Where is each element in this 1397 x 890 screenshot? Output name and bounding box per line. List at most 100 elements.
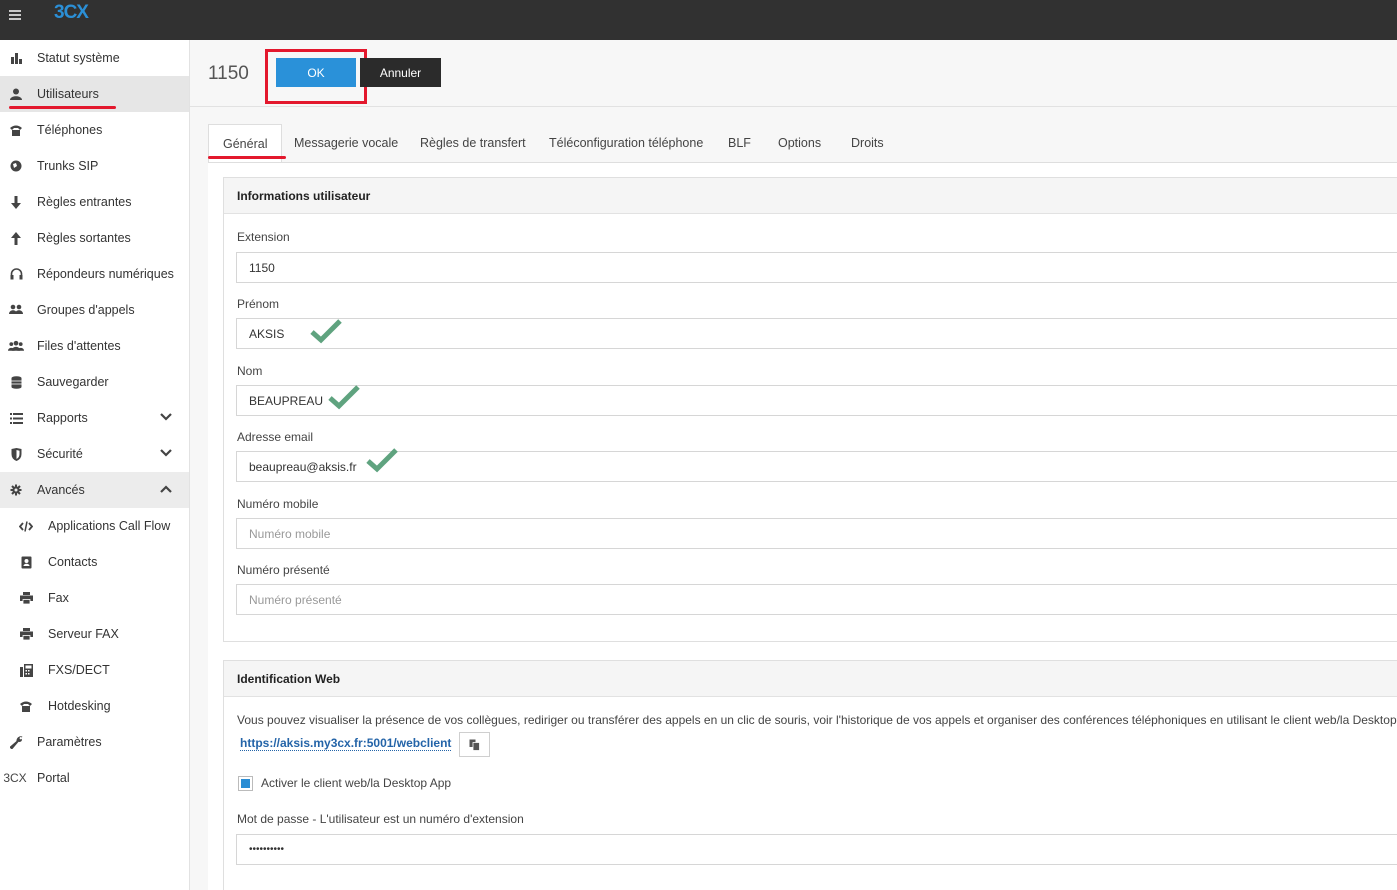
ok-button[interactable]: OK <box>276 58 356 87</box>
sidebar-item-rapports[interactable]: Rapports <box>0 400 189 436</box>
sidebar-item-label: Téléphones <box>37 123 103 137</box>
enable-webclient-checkbox[interactable] <box>238 776 253 791</box>
contact-card-icon <box>18 554 34 570</box>
sidebar-item-securite[interactable]: Sécurité <box>0 436 189 472</box>
sidebar-item-repondeurs-numeriques[interactable]: Répondeurs numériques <box>0 256 189 292</box>
fax-machine-icon <box>18 662 34 678</box>
chevron-down-icon[interactable] <box>160 412 172 424</box>
tab-messagerie-vocale[interactable]: Messagerie vocale <box>294 124 398 162</box>
check-icon <box>328 385 360 410</box>
extension-label: Extension <box>237 230 290 244</box>
presented-number-field[interactable] <box>236 584 1397 615</box>
gear-icon <box>8 482 24 498</box>
bar-chart-icon <box>8 50 24 66</box>
user-info-panel: Informations utilisateur Extension Préno… <box>223 177 1397 642</box>
phone-icon <box>8 122 24 138</box>
chevron-down-icon[interactable] <box>160 448 172 460</box>
sidebar-item-fxs-dect[interactable]: FXS/DECT <box>0 652 189 688</box>
tab-teleconfiguration-telephone[interactable]: Téléconfiguration téléphone <box>549 124 703 162</box>
database-icon <box>8 374 24 390</box>
sidebar-item-serveur-fax[interactable]: Serveur FAX <box>0 616 189 652</box>
logo[interactable]: 3CX <box>54 2 89 24</box>
top-bar: 3CX <box>0 0 1397 40</box>
printer-icon <box>18 590 34 606</box>
sidebar-item-label: Portal <box>37 771 70 785</box>
users-icon <box>8 338 24 354</box>
sidebar-item-label: Applications Call Flow <box>48 519 171 533</box>
page-header: 1150 OK Annuler <box>190 40 1397 107</box>
check-icon <box>366 448 398 473</box>
sidebar-item-label: Trunks SIP <box>37 159 99 173</box>
phone-icon <box>18 698 34 714</box>
firstname-field[interactable] <box>236 318 1397 349</box>
sidebar-item-parametres[interactable]: Paramètres <box>0 724 189 760</box>
tab-blf[interactable]: BLF <box>728 124 751 162</box>
tab-droits[interactable]: Droits <box>851 124 884 162</box>
tab-options[interactable]: Options <box>778 124 821 162</box>
sidebar-item-hotdesking[interactable]: Hotdesking <box>0 688 189 724</box>
chevron-up-icon[interactable] <box>160 484 172 496</box>
sidebar-item-trunks-sip[interactable]: Trunks SIP <box>0 148 189 184</box>
logo-text: 3CX <box>54 2 89 23</box>
sidebar-item-label: Règles entrantes <box>37 195 132 209</box>
webclient-description: Vous pouvez visualiser la présence de vo… <box>237 713 1397 727</box>
sidebar-item-label: FXS/DECT <box>48 663 110 677</box>
sidebar-item-groupes-appels[interactable]: Groupes d'appels <box>0 292 189 328</box>
extension-field[interactable] <box>236 252 1397 283</box>
sidebar-item-label: Sécurité <box>37 447 83 461</box>
copy-icon <box>469 739 480 751</box>
password-field[interactable] <box>236 834 1397 865</box>
hamburger-menu-icon[interactable] <box>9 10 21 22</box>
mobile-field[interactable] <box>236 518 1397 549</box>
panel-title: Informations utilisateur <box>224 178 1397 214</box>
annotation-underline <box>208 156 286 159</box>
printer-icon <box>18 626 34 642</box>
webclient-link[interactable]: https://aksis.my3cx.fr:5001/webclient <box>240 736 452 751</box>
arrow-down-icon <box>8 194 24 210</box>
sidebar-item-regles-sortantes[interactable]: Règles sortantes <box>0 220 189 256</box>
arrow-up-icon <box>8 230 24 246</box>
firstname-label: Prénom <box>237 297 280 311</box>
copy-button[interactable] <box>459 732 490 757</box>
sidebar-item-telephones[interactable]: Téléphones <box>0 112 189 148</box>
user-icon <box>8 86 24 102</box>
sidebar-item-contacts[interactable]: Contacts <box>0 544 189 580</box>
sidebar-item-label: Règles sortantes <box>37 231 131 245</box>
enable-webclient-label: Activer le client web/la Desktop App <box>261 776 452 790</box>
sidebar-item-label: Répondeurs numériques <box>37 267 174 281</box>
mobile-label: Numéro mobile <box>237 497 319 511</box>
annotation-underline <box>9 106 116 109</box>
main-content: 1150 OK Annuler Général Messagerie vocal… <box>190 40 1397 890</box>
sidebar-item-label: Utilisateurs <box>37 87 99 101</box>
sidebar-item-label: Paramètres <box>37 735 102 749</box>
page-title: 1150 <box>208 63 249 84</box>
shield-icon <box>8 446 24 462</box>
tab-regles-de-transfert[interactable]: Règles de transfert <box>420 124 526 162</box>
cancel-button[interactable]: Annuler <box>360 58 441 87</box>
web-identification-panel: Identification Web Vous pouvez visualise… <box>223 660 1397 890</box>
email-field[interactable] <box>236 451 1397 482</box>
code-icon <box>18 518 34 534</box>
lastname-label: Nom <box>237 364 263 378</box>
sidebar-item-sauvegarder[interactable]: Sauvegarder <box>0 364 189 400</box>
sidebar-item-statut-systeme[interactable]: Statut système <box>0 40 189 76</box>
sidebar-item-applications-call-flow[interactable]: Applications Call Flow <box>0 508 189 544</box>
sidebar-item-label: Statut système <box>37 51 120 65</box>
sidebar-item-label: Serveur FAX <box>48 627 119 641</box>
sidebar-item-label: Avancés <box>37 483 85 497</box>
sidebar: Statut système Utilisateurs Téléphones T… <box>0 40 190 890</box>
check-icon <box>310 319 342 344</box>
sidebar-item-label: Contacts <box>48 555 98 569</box>
lastname-field[interactable] <box>236 385 1397 416</box>
sidebar-item-regles-entrantes[interactable]: Règles entrantes <box>0 184 189 220</box>
sidebar-item-files-attentes[interactable]: Files d'attentes <box>0 328 189 364</box>
headset-icon <box>8 266 24 282</box>
wrench-icon <box>8 734 24 750</box>
tab-content: Informations utilisateur Extension Préno… <box>208 162 1397 890</box>
sidebar-item-label: Groupes d'appels <box>37 303 135 317</box>
panel-title: Identification Web <box>224 661 1397 697</box>
sidebar-item-label: Files d'attentes <box>37 339 121 353</box>
sidebar-item-portal[interactable]: 3CX Portal <box>0 760 189 796</box>
sidebar-item-fax[interactable]: Fax <box>0 580 189 616</box>
sidebar-item-avances[interactable]: Avancés <box>0 472 189 508</box>
